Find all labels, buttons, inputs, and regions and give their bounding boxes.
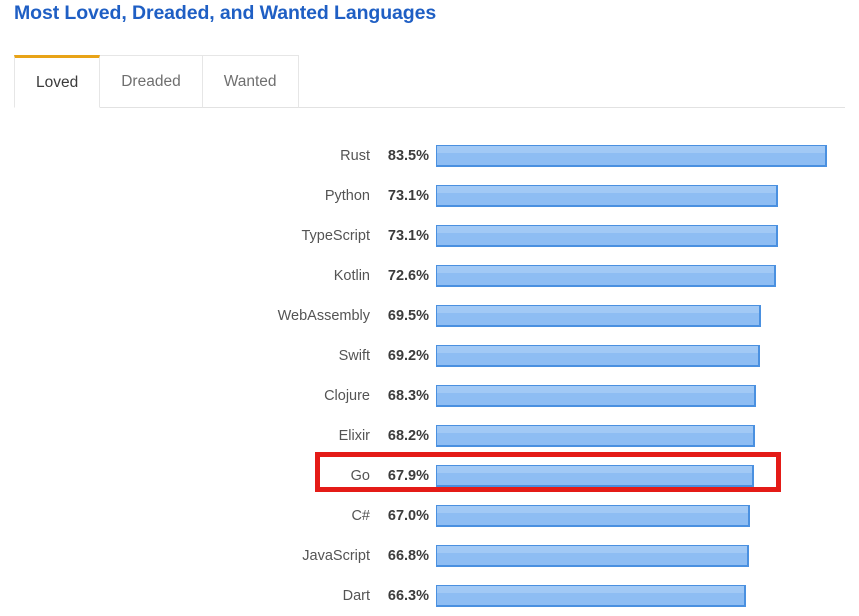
bar-rust <box>436 145 827 167</box>
bar-row-value: 69.2% <box>387 348 429 364</box>
bar-track <box>436 304 859 328</box>
bar-row: TypeScript 73.1% <box>0 216 859 256</box>
tab-label: Loved <box>36 73 79 91</box>
bar-track <box>436 504 859 528</box>
tab-dreaded[interactable]: Dreaded <box>99 55 203 108</box>
tab-label: Dreaded <box>121 72 181 90</box>
bar-row: Dart 66.3% <box>0 576 859 616</box>
bar-track <box>436 384 859 408</box>
bar-track <box>436 424 859 448</box>
bar-row-label: Kotlin <box>333 268 370 284</box>
tab-list: Loved Dreaded Wanted <box>14 55 299 108</box>
bar-track <box>436 344 859 368</box>
bar-elixir <box>436 425 755 447</box>
bar-row: Clojure 68.3% <box>0 376 859 416</box>
bar-row-value: 66.8% <box>387 548 429 564</box>
bar-row-label: Clojure <box>324 388 370 404</box>
tab-loved[interactable]: Loved <box>14 55 101 108</box>
bar-row-label: Go <box>350 468 370 484</box>
bar-row-value: 67.0% <box>387 508 429 524</box>
bar-row: C# 67.0% <box>0 496 859 536</box>
tab-wanted[interactable]: Wanted <box>201 55 299 108</box>
bar-c- <box>436 505 750 527</box>
bar-row-label: WebAssembly <box>277 308 370 324</box>
bar-row-value: 68.3% <box>387 388 429 404</box>
bar-webassembly <box>436 305 761 327</box>
bar-row-value: 67.9% <box>387 468 429 484</box>
bar-track <box>436 224 859 248</box>
tab-bar: Loved Dreaded Wanted <box>0 55 859 109</box>
page-title: Most Loved, Dreaded, and Wanted Language… <box>14 2 437 24</box>
bar-row-label: JavaScript <box>302 548 370 564</box>
bar-row: JavaScript 66.8% <box>0 536 859 576</box>
bar-row-value: 73.1% <box>387 188 429 204</box>
bar-row: Python 73.1% <box>0 176 859 216</box>
bar-swift <box>436 345 760 367</box>
bar-row-value: 66.3% <box>387 588 429 604</box>
bar-track <box>436 464 859 488</box>
bar-dart <box>436 585 746 607</box>
bar-clojure <box>436 385 756 407</box>
bar-row: Kotlin 72.6% <box>0 256 859 296</box>
bar-track <box>436 584 859 608</box>
bar-typescript <box>436 225 778 247</box>
bar-track <box>436 544 859 568</box>
bar-row: Rust 83.5% <box>0 136 859 176</box>
bar-row-value: 69.5% <box>387 308 429 324</box>
bar-row-value: 83.5% <box>387 148 429 164</box>
bar-row-label: Elixir <box>338 428 370 444</box>
bar-row: Go 67.9% <box>0 456 859 496</box>
bar-row-value: 73.1% <box>387 228 429 244</box>
bar-row-value: 72.6% <box>387 268 429 284</box>
chart-page: Most Loved, Dreaded, and Wanted Language… <box>0 0 859 615</box>
bar-row-label: Swift <box>338 348 370 364</box>
bar-go <box>436 465 754 487</box>
bar-row-label: Dart <box>342 588 370 604</box>
bar-kotlin <box>436 265 776 287</box>
bar-row-label: TypeScript <box>301 228 371 244</box>
tab-label: Wanted <box>223 72 277 90</box>
bar-python <box>436 185 778 207</box>
bar-track <box>436 144 859 168</box>
bar-track <box>436 264 859 288</box>
bar-track <box>436 184 859 208</box>
bar-row: Swift 69.2% <box>0 336 859 376</box>
bar-row-label: C# <box>351 508 370 524</box>
bar-chart: Rust 83.5% Python 73.1% TypeScript 73.1% Kotli… <box>0 109 859 615</box>
bar-javascript <box>436 545 749 567</box>
bar-row-label: Python <box>324 188 370 204</box>
bar-row: WebAssembly 69.5% <box>0 296 859 336</box>
bar-row-label: Rust <box>340 148 370 164</box>
bar-row: Elixir 68.2% <box>0 416 859 456</box>
bar-row-value: 68.2% <box>387 428 429 444</box>
